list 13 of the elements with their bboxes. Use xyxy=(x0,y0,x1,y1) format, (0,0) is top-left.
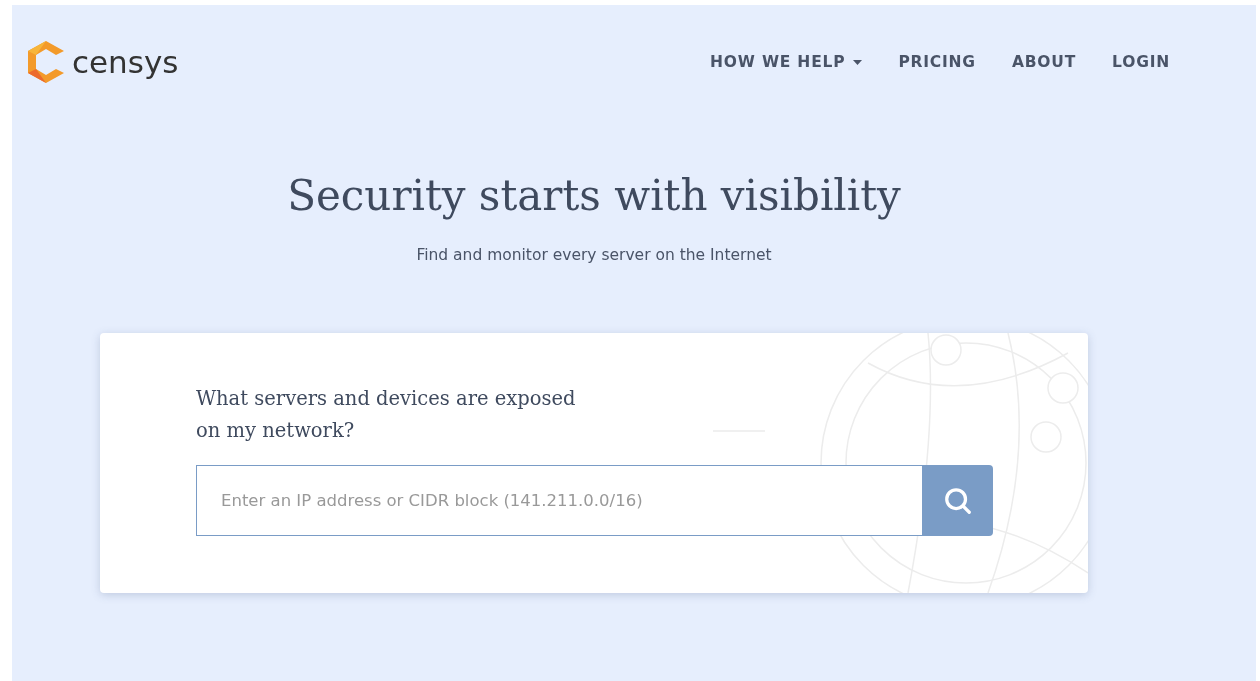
search-icon xyxy=(942,485,973,516)
logo-text: censys xyxy=(72,44,179,80)
hero-title: Security starts with visibility xyxy=(287,171,901,220)
caret-icon xyxy=(853,59,863,65)
nav-link[interactable]: HOW WE HELP xyxy=(710,53,863,71)
ip-search-field[interactable]: Enter an IP address or CIDR block (141.211.0.0/16) xyxy=(196,465,922,536)
search-button[interactable] xyxy=(922,465,993,536)
hero-subtitle: Find and monitor every server on the Internet xyxy=(416,246,772,264)
nav-link[interactable]: ABOUT xyxy=(1011,53,1077,71)
nav-link[interactable]: PRICING xyxy=(898,53,976,71)
search-question: What servers and devices are exposed on my network? xyxy=(196,386,577,444)
nav-link[interactable]: LOGIN xyxy=(1112,53,1170,71)
logo-icon xyxy=(28,41,64,83)
